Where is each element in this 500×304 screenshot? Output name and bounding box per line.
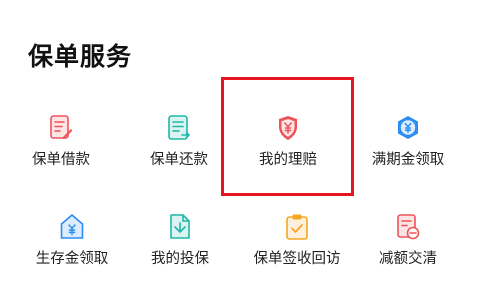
service-label: 生存金领取 — [35, 251, 109, 267]
service-label: 保单签收回访 — [253, 251, 341, 267]
document-list-icon — [168, 115, 190, 140]
service-policy-repayment[interactable]: 保单还款 — [120, 100, 238, 186]
document-download-icon — [170, 214, 190, 239]
service-label: 减额交清 — [379, 251, 437, 267]
service-maturity-benefit[interactable]: 满期金领取 — [349, 100, 467, 186]
service-label: 满期金领取 — [371, 152, 445, 168]
clipboard-check-icon — [286, 214, 308, 240]
service-reduced-paid-up[interactable]: 减额交清 — [349, 199, 467, 285]
service-my-claims[interactable]: 我的理赔 — [229, 100, 347, 186]
service-policy-receipt-visit[interactable]: 保单签收回访 — [238, 199, 356, 285]
service-label: 我的投保 — [151, 251, 209, 267]
service-my-insurance[interactable]: 我的投保 — [121, 199, 239, 285]
service-label: 保单借款 — [32, 152, 90, 168]
yuan-shield-icon — [279, 116, 297, 140]
service-label: 我的理赔 — [259, 152, 317, 168]
policy-services-page: 保单服务 保单借款 保单还款 我的理赔 满期金领取 生存金领取 我的投保 保单签… — [0, 0, 500, 304]
service-survival-benefit[interactable]: 生存金领取 — [13, 199, 131, 285]
service-policy-loan[interactable]: 保单借款 — [2, 100, 120, 186]
services-grid: 保单借款 保单还款 我的理赔 满期金领取 生存金领取 我的投保 保单签收回访 减… — [0, 0, 500, 304]
document-minus-icon — [397, 214, 420, 240]
yuan-house-icon — [60, 214, 84, 239]
yuan-hexagon-icon — [398, 116, 418, 139]
service-label: 保单还款 — [150, 152, 208, 168]
document-edit-icon — [50, 115, 73, 139]
